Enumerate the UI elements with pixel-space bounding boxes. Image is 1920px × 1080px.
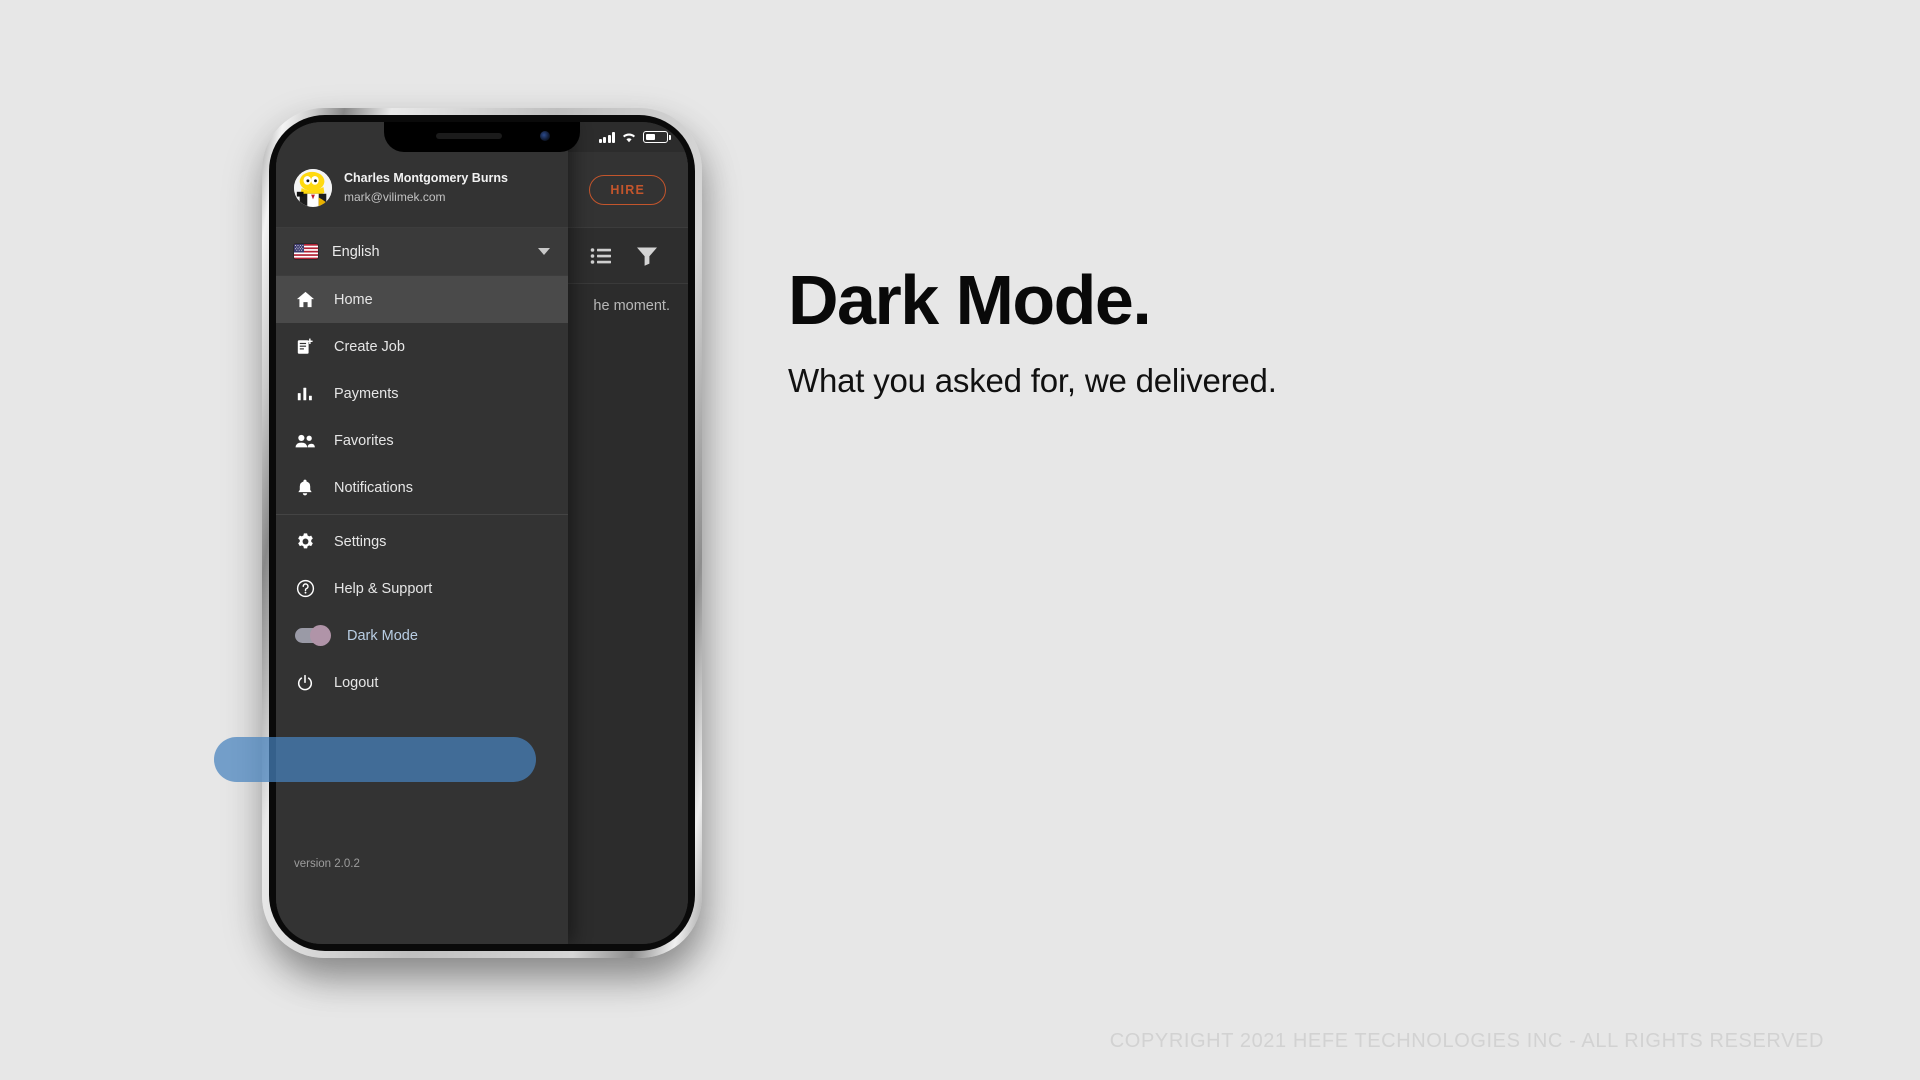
filter-funnel-icon[interactable] bbox=[636, 246, 658, 266]
profile-email: mark@vilimek.com bbox=[344, 189, 446, 204]
phone-screen: HIRE he moment. Charles Montgomery Burns… bbox=[276, 122, 688, 944]
list-view-icon[interactable] bbox=[590, 247, 612, 265]
version-label: version 2.0.2 bbox=[294, 858, 360, 870]
sidebar-item-label: Logout bbox=[334, 674, 379, 691]
sidebar-item-label: Payments bbox=[334, 385, 399, 402]
sidebar-item-favorites[interactable]: Favorites bbox=[276, 417, 568, 464]
bell-icon bbox=[294, 478, 316, 497]
people-icon bbox=[294, 433, 316, 449]
page-title: Dark Mode. bbox=[788, 261, 1152, 339]
phone-mockup: HIRE he moment. Charles Montgomery Burns… bbox=[214, 108, 714, 978]
page-subtitle: What you asked for, we delivered. bbox=[788, 362, 1277, 399]
menu-divider bbox=[276, 514, 568, 515]
dark-mode-toggle[interactable] bbox=[295, 625, 331, 646]
sidebar-item-notifications[interactable]: Notifications bbox=[276, 464, 568, 511]
drawer-menu: Home Create Job Payments Favorites Notif… bbox=[276, 276, 568, 706]
speaker-grille bbox=[436, 133, 502, 139]
profile-name: Charles Montgomery Burns bbox=[344, 171, 508, 186]
power-icon bbox=[294, 674, 316, 692]
signal-bars-icon bbox=[598, 131, 615, 143]
sidebar-item-home[interactable]: Home bbox=[276, 276, 568, 323]
sidebar-item-settings[interactable]: Settings bbox=[276, 518, 568, 565]
toggle-knob bbox=[310, 625, 331, 646]
sidebar-item-label: Help & Support bbox=[334, 580, 433, 597]
sidebar-item-logout[interactable]: Logout bbox=[276, 659, 568, 706]
bar-chart-icon bbox=[294, 385, 316, 403]
sidebar-item-label: Settings bbox=[334, 533, 387, 550]
gear-icon bbox=[294, 532, 316, 551]
sidebar-item-label: Notifications bbox=[334, 479, 413, 496]
help-circle-icon bbox=[294, 579, 316, 598]
battery-fill bbox=[646, 134, 655, 140]
sidebar-item-label: Favorites bbox=[334, 432, 394, 449]
us-flag-icon bbox=[294, 244, 318, 259]
hire-button[interactable]: HIRE bbox=[589, 174, 666, 205]
sidebar-item-help-support[interactable]: Help & Support bbox=[276, 565, 568, 612]
phone-notch bbox=[384, 122, 580, 152]
language-selector[interactable]: English bbox=[276, 228, 568, 276]
sidebar-item-label: Create Job bbox=[334, 338, 405, 355]
dark-mode-toggle-row[interactable]: Dark Mode bbox=[276, 612, 568, 659]
dark-mode-label: Dark Mode bbox=[347, 627, 418, 644]
sidebar-item-label: Home bbox=[334, 291, 373, 308]
front-camera bbox=[540, 131, 550, 141]
copyright-notice: COPYRIGHT 2021 HEFE TECHNOLOGIES INC - A… bbox=[1109, 1030, 1824, 1052]
battery-icon bbox=[643, 131, 671, 143]
sidebar-item-payments[interactable]: Payments bbox=[276, 370, 568, 417]
language-label: English bbox=[332, 243, 380, 260]
create-job-icon bbox=[294, 337, 316, 356]
wifi-icon bbox=[621, 131, 637, 143]
avatar bbox=[294, 168, 332, 207]
navigation-drawer: Charles Montgomery Burns mark@vilimek.co… bbox=[276, 122, 568, 944]
sidebar-item-create-job[interactable]: Create Job bbox=[276, 323, 568, 370]
chevron-down-icon[interactable] bbox=[538, 248, 550, 255]
home-icon bbox=[294, 290, 316, 309]
